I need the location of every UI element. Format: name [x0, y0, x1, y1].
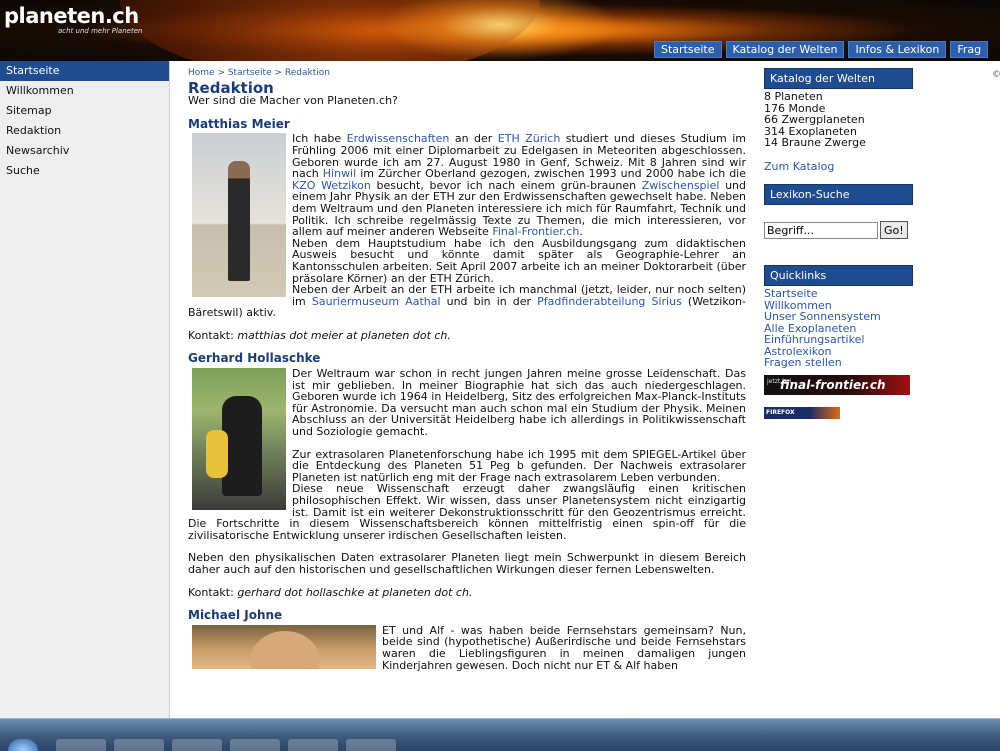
lexikon-box-title: Lexikon-Suche [764, 184, 913, 205]
sidebar: Startseite Willkommen Sitemap Redaktion … [0, 61, 170, 718]
breadcrumb-separator: > [271, 68, 285, 78]
breadcrumb-current[interactable]: Redaktion [285, 68, 330, 78]
top-navigation: Startseite Katalog der Welten Infos & Le… [654, 41, 989, 58]
quicklink-einfuehrungsartikel[interactable]: Einführungsartikel [764, 334, 913, 346]
start-button-icon[interactable] [8, 739, 38, 751]
taskbar-app2-icon[interactable] [288, 739, 338, 751]
sidebar-item-redaktion[interactable]: Redaktion [0, 121, 169, 141]
photo-michael [192, 624, 376, 669]
site-logo-tagline: acht und mehr Planeten [58, 27, 143, 35]
lexikon-search: Go! [764, 221, 913, 239]
breadcrumb: Home > Startseite > Redaktion [188, 68, 746, 80]
taskbar-app3-icon[interactable] [346, 739, 396, 751]
photo-gerhard [192, 368, 286, 511]
contact-matthias: Kontakt: matthias dot meier at planeten … [188, 328, 451, 342]
lexikon-search-button[interactable]: Go! [880, 221, 908, 239]
topnav-fragen[interactable]: Frag [950, 41, 989, 58]
sidebar-item-startseite[interactable]: Startseite [0, 61, 169, 81]
contact-gerhard: Kontakt: gerhard dot hollaschke at plane… [188, 585, 473, 599]
catalog-link[interactable]: Zum Katalog [764, 160, 913, 173]
sidebar-item-suche[interactable]: Suche [0, 161, 169, 181]
person-bio-matthias: Ich habe Erdwissenschaften an der ETH Zü… [188, 133, 746, 341]
catalog-count-braune-zwerge: 14 Braune Zwerge [764, 136, 866, 149]
firefox-banner[interactable]: FIREFOX [764, 406, 840, 419]
breadcrumb-startseite[interactable]: Startseite [228, 68, 272, 78]
breadcrumb-home[interactable]: Home [188, 68, 215, 78]
lexikon-search-input[interactable] [764, 221, 878, 239]
catalog-counts: 8 Planeten 176 Monde 66 Zwergplaneten 31… [764, 91, 913, 149]
person-bio-michael: ET und Alf - was haben beide Fernsehstar… [188, 624, 746, 671]
sun-glow-graphic [380, 0, 620, 61]
person-name-matthias: Matthias Meier [188, 116, 290, 131]
page-subtitle: Wer sind die Macher von Planeten.ch? [188, 94, 398, 108]
taskbar-browser-icon[interactable] [230, 739, 280, 751]
topnav-startseite[interactable]: Startseite [654, 41, 722, 58]
page-title: Redaktion [188, 78, 274, 97]
person-name-michael: Michael Johne [188, 608, 283, 623]
topnav-katalog[interactable]: Katalog der Welten [725, 41, 845, 58]
topnav-infos-lexikon[interactable]: Infos & Lexikon [848, 41, 947, 58]
sidebar-item-newsarchiv[interactable]: Newsarchiv [0, 141, 169, 161]
sidebar-item-willkommen[interactable]: Willkommen [0, 81, 169, 101]
main-content: Home > Startseite > Redaktion Redaktion … [188, 68, 746, 671]
taskbar-pdf-icon[interactable] [172, 739, 222, 751]
quicklinks-list: Startseite Willkommen Unser Sonnensystem… [764, 288, 913, 369]
catalog-count-zwergplaneten: 66 Zwergplaneten [764, 113, 865, 126]
site-logo[interactable]: planeten.ch [4, 4, 139, 28]
os-taskbar [0, 718, 1000, 751]
catalog-count-planeten: 8 Planeten [764, 90, 823, 103]
sidebar-item-sitemap[interactable]: Sitemap [0, 101, 169, 121]
quicklink-fragen-stellen[interactable]: Fragen stellen [764, 357, 913, 369]
final-frontier-banner[interactable]: jetzt bei... final-frontier.ch [764, 374, 910, 395]
breadcrumb-separator: > [214, 68, 228, 78]
person-bio-gerhard: Der Weltraum war schon in recht jungen J… [188, 368, 746, 598]
quicklinks-box-title: Quicklinks [764, 265, 913, 286]
catalog-box-title: Katalog der Welten [764, 68, 913, 89]
photo-matthias [192, 133, 286, 298]
site-header: planeten.ch acht und mehr Planeten Start… [0, 0, 1000, 61]
right-column: Katalog der Welten 8 Planeten 176 Monde … [764, 68, 913, 419]
link-pfadfinder-sirius[interactable]: Pfadfinderabteilung Sirius [537, 295, 682, 308]
taskbar-folder-icon[interactable] [56, 739, 106, 751]
scroll-icon: © [992, 70, 1000, 80]
quicklink-startseite[interactable]: Startseite [764, 288, 913, 300]
bio-paragraph: Neben den physikalischen Daten extrasola… [188, 551, 746, 576]
banner-title: final-frontier.ch [780, 377, 886, 392]
taskbar-app-icon[interactable] [114, 739, 164, 751]
quicklink-sonnensystem[interactable]: Unser Sonnensystem [764, 311, 913, 323]
link-sauriermuseum[interactable]: Sauriermuseum Aathal [312, 295, 441, 308]
person-name-gerhard: Gerhard Hollaschke [188, 351, 321, 366]
